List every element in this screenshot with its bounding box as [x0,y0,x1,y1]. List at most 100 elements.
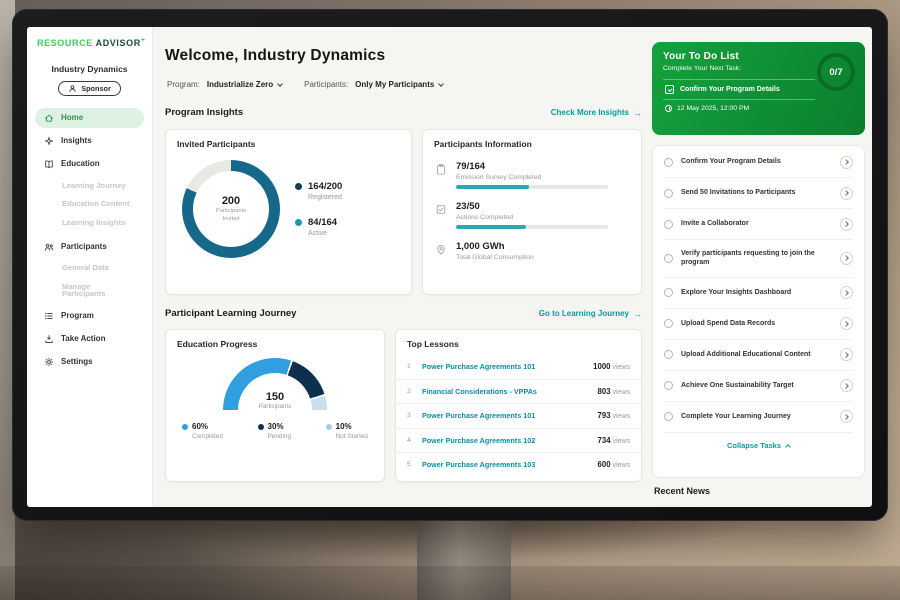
chevron-right-icon[interactable] [840,156,853,169]
chevron-right-icon[interactable] [840,348,853,361]
info-value: 79/164 [456,161,608,172]
sidebar-item-label: Take Action [61,335,105,343]
todo-due-label: 12 May 2025, 12:00 PM [677,105,749,112]
card-title: Invited Participants [166,130,411,149]
sidebar-item-settings[interactable]: Settings [35,352,144,372]
participants-select[interactable]: Only My Participants [355,80,443,89]
education-progress-card: Education Progress 150 Participants 60% … [165,329,385,482]
task-list-card: Confirm Your Program Details Send 50 Inv… [652,145,865,478]
task-checkbox[interactable] [664,350,673,359]
donut-center-value: 200 [222,195,240,207]
task-row[interactable]: Send 50 Invitations to Participants [664,178,853,209]
task-label: Invite a Collaborator [681,219,832,229]
lesson-link[interactable]: Financial Considerations - VPPAs [422,387,591,396]
task-row[interactable]: Upload Spend Data Records [664,309,853,340]
legend-dot [295,183,302,190]
sidebar-item-learning-journey[interactable]: Learning Journey [35,177,144,194]
learning-journey-heading: Participant Learning Journey [165,308,296,319]
arrow-right-icon [633,108,642,118]
collapse-tasks-link[interactable]: Collapse Tasks [664,433,853,456]
sidebar-item-label: Learning Journey [62,182,126,190]
program-select[interactable]: Industrialize Zero [207,80,282,89]
task-checkbox[interactable] [664,381,673,390]
chevron-right-icon[interactable] [840,286,853,299]
chevron-right-icon[interactable] [840,410,853,423]
sidebar-item-label: Home [61,114,83,122]
task-label: Achieve One Sustainability Target [681,381,832,391]
info-value: 23/50 [456,201,608,212]
task-row[interactable]: Complete Your Learning Journey [664,402,853,433]
sidebar-item-home[interactable]: Home [35,108,144,128]
lesson-row: 3 Power Purchase Agreements 101 793 view… [396,403,641,428]
chevron-right-icon[interactable] [840,317,853,330]
legend-label: Registered [308,194,342,201]
go-to-learning-journey-link[interactable]: Go to Learning Journey [539,309,642,319]
brand-secondary: ADVISOR [96,38,141,48]
lesson-row: 2 Financial Considerations - VPPAs 803 v… [396,379,641,404]
lesson-rank: 3 [407,412,415,419]
arrow-right-icon [633,309,642,319]
sidebar-item-general-data[interactable]: General Data [35,260,144,277]
task-checkbox[interactable] [664,254,673,263]
participants-information-card: Participants Information 79/164 Emission… [422,129,642,295]
legend-item-active: 84/164 Active [295,217,342,237]
lesson-rank: 4 [407,437,415,444]
task-checkbox[interactable] [664,319,673,328]
legend-dot [182,424,188,430]
sidebar-item-program[interactable]: Program [35,306,144,326]
task-row[interactable]: Invite a Collaborator [664,209,853,240]
sidebar: RESOURCE ADVISOR+ Industry Dynamics Spon… [27,27,153,507]
lesson-link[interactable]: Power Purchase Agreements 103 [422,460,591,469]
legend-dot [295,219,302,226]
check-more-insights-link[interactable]: Check More Insights [551,108,642,118]
sponsor-icon [68,84,77,93]
task-checkbox[interactable] [664,158,673,167]
card-title: Participants Information [423,130,641,149]
lesson-link[interactable]: Power Purchase Agreements 101 [422,362,586,371]
todo-next-task[interactable]: Confirm Your Program Details [663,79,815,99]
chevron-right-icon[interactable] [840,379,853,392]
lesson-row: 4 Power Purchase Agreements 102 734 view… [396,428,641,453]
actions-progress-bar [456,225,608,229]
sidebar-item-learning-insights[interactable]: Learning Insights [35,214,144,231]
donut-center-label: Participants Invited [210,208,252,223]
task-row[interactable]: Explore Your Insights Dashboard [664,278,853,309]
task-checkbox[interactable] [664,412,673,421]
chevron-right-icon[interactable] [840,252,853,265]
program-filter-label: Program: [167,80,200,89]
lesson-link[interactable]: Power Purchase Agreements 101 [422,411,591,420]
sidebar-item-manage-participants[interactable]: Manage Participants [35,278,144,302]
sidebar-item-education-content[interactable]: Education Content [35,196,144,213]
task-row[interactable]: Confirm Your Program Details [664,147,853,178]
page-title: Welcome, Industry Dynamics [165,47,385,65]
task-checkbox[interactable] [664,288,673,297]
filter-bar: Program: Industrialize Zero Participants… [167,80,443,89]
task-row[interactable]: Upload Additional Educational Content [664,340,853,371]
sidebar-item-participants[interactable]: Participants [35,237,144,257]
sidebar-item-label: Settings [61,358,93,366]
chevron-right-icon[interactable] [840,187,853,200]
sidebar-item-label: Learning Insights [62,219,125,227]
task-row[interactable]: Verify participants requesting to join t… [664,240,853,278]
sidebar-item-insights[interactable]: Insights [35,131,144,151]
task-checkbox[interactable] [664,189,673,198]
sponsor-badge[interactable]: Sponsor [58,81,121,96]
brand-plus: + [141,37,146,44]
lesson-link[interactable]: Power Purchase Agreements 102 [422,436,591,445]
clipboard-icon [435,163,447,176]
legend-item-completed: 60% Completed [182,422,223,440]
sidebar-item-education[interactable]: Education [35,154,144,174]
legend-label: Not Started [336,433,368,440]
top-lessons-card: Top Lessons 1 Power Purchase Agreements … [395,329,642,482]
info-label: Total Global Consumption [456,254,534,261]
monitor-frame: RESOURCE ADVISOR+ Industry Dynamics Spon… [12,9,888,521]
task-label: Complete Your Learning Journey [681,412,832,422]
legend-label: Active [308,230,337,237]
program-insights-section-header: Program Insights Check More Insights [165,107,642,118]
chevron-right-icon[interactable] [840,218,853,231]
task-checkbox[interactable] [664,220,673,229]
todo-card: Your To Do List Complete Your Next Task:… [652,42,865,135]
participants-select-value: Only My Participants [355,80,434,89]
task-row[interactable]: Achieve One Sustainability Target [664,371,853,402]
sidebar-item-take-action[interactable]: Take Action [35,329,144,349]
